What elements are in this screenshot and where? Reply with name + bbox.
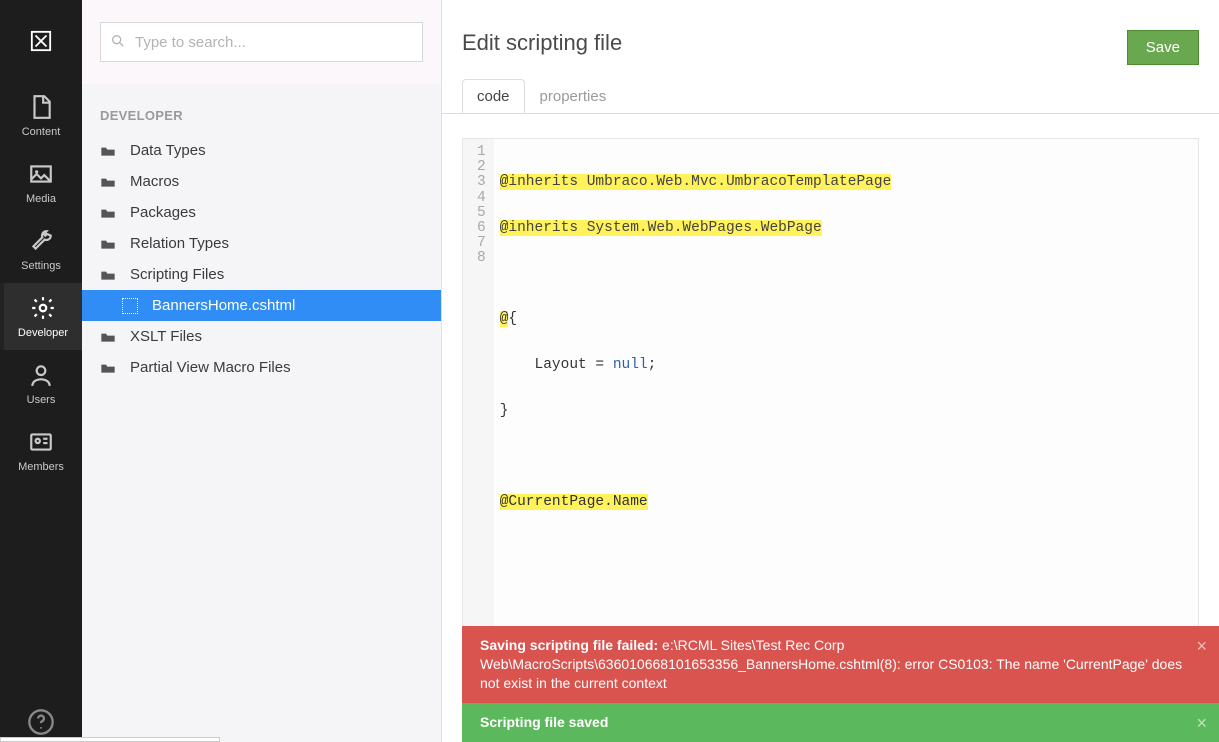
tree-heading: DEVELOPER: [82, 94, 441, 135]
image-icon: [28, 161, 54, 187]
nav-label: Users: [27, 394, 56, 406]
nav-media[interactable]: Media: [0, 149, 82, 216]
browser-status-bar: [0, 737, 220, 742]
folder-icon: [100, 237, 116, 251]
folder-icon: [100, 144, 116, 158]
nav-label: Developer: [18, 327, 68, 339]
toast-success-text: Scripting file saved: [480, 714, 608, 730]
tree-node-label: Packages: [130, 204, 196, 221]
tree-node-label: XSLT Files: [130, 328, 202, 345]
line-gutter: 1 2 3 4 5 6 7 8: [463, 139, 494, 647]
search-icon: [110, 33, 126, 49]
tree-node-label: BannersHome.cshtml: [152, 297, 295, 314]
tree-node-scripting-files[interactable]: Scripting Files: [82, 259, 441, 290]
primary-nav: Content Media Settings Developer Users M…: [0, 0, 82, 742]
tab-code[interactable]: code: [462, 79, 525, 114]
nav-developer[interactable]: Developer: [0, 283, 82, 350]
help-button[interactable]: [0, 708, 82, 736]
tree-node-packages[interactable]: Packages: [82, 197, 441, 228]
nav-label: Media: [26, 193, 56, 205]
tree-node-data-types[interactable]: Data Types: [82, 135, 441, 166]
nav-label: Members: [18, 461, 64, 473]
logo-icon: [30, 30, 52, 52]
nav-label: Content: [22, 126, 61, 138]
tree-node-label: Scripting Files: [130, 266, 224, 283]
nav-members[interactable]: Members: [0, 417, 82, 484]
nav-label: Settings: [21, 260, 61, 272]
nav-users[interactable]: Users: [0, 350, 82, 417]
tree-node-partial-view-macro-files[interactable]: Partial View Macro Files: [82, 352, 441, 383]
folder-icon: [100, 361, 116, 375]
page-title: Edit scripting file: [462, 30, 622, 56]
editor-panel: Edit scripting file Save code properties…: [442, 0, 1219, 742]
gear-icon: [30, 295, 56, 321]
tree-node-label: Partial View Macro Files: [130, 359, 291, 376]
close-icon[interactable]: ×: [1196, 634, 1207, 658]
tab-properties[interactable]: properties: [525, 79, 622, 114]
user-icon: [28, 362, 54, 388]
folder-icon: [100, 175, 116, 189]
file-icon: [122, 298, 138, 314]
save-button[interactable]: Save: [1127, 30, 1199, 65]
wrench-icon: [28, 228, 54, 254]
code-content[interactable]: @inherits Umbraco.Web.Mvc.UmbracoTemplat…: [494, 139, 892, 647]
editor-tabs: code properties: [462, 79, 1219, 114]
help-icon: [27, 708, 55, 736]
nav-content[interactable]: Content: [0, 82, 82, 149]
document-icon: [28, 94, 54, 120]
tree-node-label: Data Types: [130, 142, 206, 159]
id-card-icon: [28, 429, 54, 455]
section-tree: DEVELOPER Data Types Macros Packages Rel…: [82, 0, 442, 742]
tree-node-macros[interactable]: Macros: [82, 166, 441, 197]
code-editor[interactable]: 1 2 3 4 5 6 7 8 @inherits Umbraco.Web.Mv…: [462, 138, 1199, 648]
folder-icon: [100, 268, 116, 282]
tree-node-label: Macros: [130, 173, 179, 190]
folder-icon: [100, 206, 116, 220]
search-input[interactable]: [100, 22, 423, 62]
toast-error: × Saving scripting file failed: e:\RCML …: [462, 626, 1219, 703]
tree-node-bannershome[interactable]: BannersHome.cshtml: [82, 290, 441, 321]
folder-icon: [100, 330, 116, 344]
tree-node-label: Relation Types: [130, 235, 229, 252]
toast-error-title: Saving scripting file failed:: [480, 637, 658, 653]
tree-node-xslt-files[interactable]: XSLT Files: [82, 321, 441, 352]
close-icon[interactable]: ×: [1196, 711, 1207, 735]
tree-node-relation-types[interactable]: Relation Types: [82, 228, 441, 259]
brand-logo[interactable]: [0, 0, 82, 82]
toast-success: × Scripting file saved: [462, 703, 1219, 742]
nav-settings[interactable]: Settings: [0, 216, 82, 283]
